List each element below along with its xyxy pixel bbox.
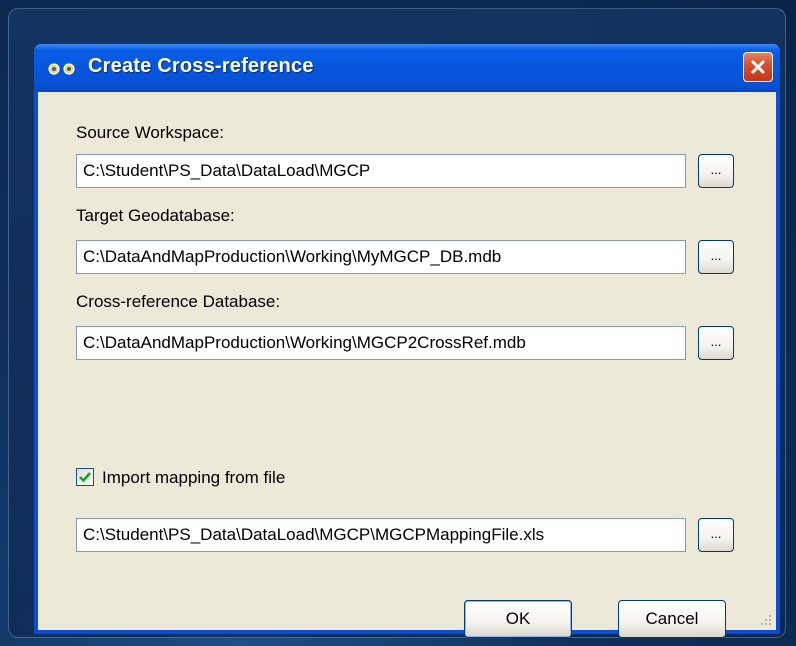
source-workspace-browse-button[interactable]: ...: [698, 154, 734, 188]
crossref-database-browse-button[interactable]: ...: [698, 326, 734, 360]
cancel-button[interactable]: Cancel: [618, 600, 726, 638]
import-mapping-label[interactable]: Import mapping from file: [102, 468, 285, 488]
checkmark-icon: [79, 472, 91, 483]
close-icon: [751, 60, 765, 74]
create-cross-reference-dialog: Create Cross-reference Source Workspace:…: [34, 44, 780, 638]
mapping-file-browse-button[interactable]: ...: [698, 518, 734, 552]
source-workspace-field[interactable]: C:\Student\PS_Data\DataLoad\MGCP: [76, 154, 686, 188]
dialog-title: Create Cross-reference: [88, 55, 314, 77]
close-button[interactable]: [743, 52, 773, 82]
title-bar[interactable]: Create Cross-reference: [34, 44, 780, 92]
target-geodatabase-browse-button[interactable]: ...: [698, 240, 734, 274]
crossref-database-field[interactable]: C:\DataAndMapProduction\Working\MGCP2Cro…: [76, 326, 686, 360]
source-workspace-label: Source Workspace:: [76, 123, 225, 142]
resize-grip-icon[interactable]: [758, 612, 772, 626]
target-geodatabase-label: Target Geodatabase:: [76, 206, 235, 225]
cross-reference-icon: [48, 63, 75, 75]
dialog-client-area: Source Workspace: C:\Student\PS_Data\Dat…: [38, 92, 776, 638]
target-geodatabase-field[interactable]: C:\DataAndMapProduction\Working\MyMGCP_D…: [76, 240, 686, 274]
mapping-file-field[interactable]: C:\Student\PS_Data\DataLoad\MGCP\MGCPMap…: [76, 518, 686, 552]
import-mapping-checkbox[interactable]: [76, 468, 94, 486]
ok-button[interactable]: OK: [464, 600, 572, 638]
crossref-database-label: Cross-reference Database:: [76, 292, 281, 311]
